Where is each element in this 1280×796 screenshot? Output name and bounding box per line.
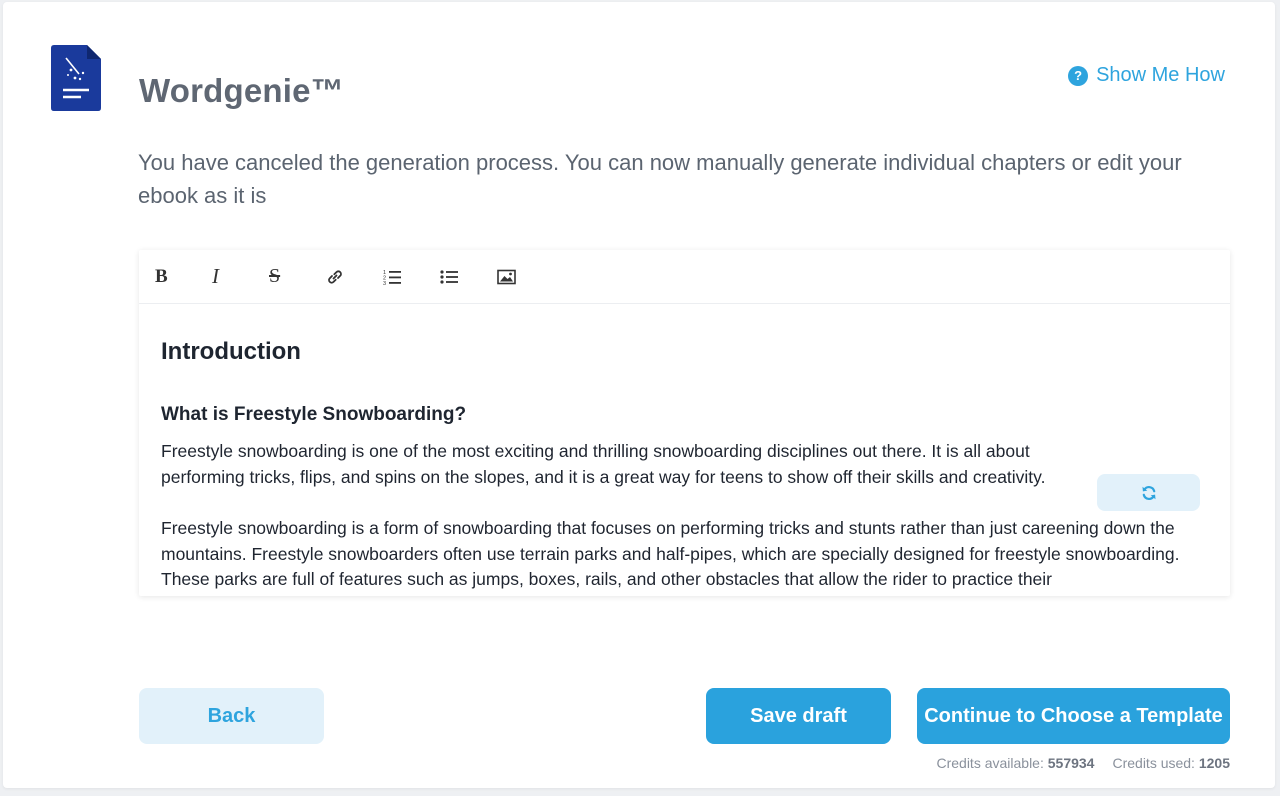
show-me-how-link[interactable]: ? Show Me How (1068, 64, 1225, 87)
credits-used-label: Credits used: (1112, 755, 1195, 771)
strikethrough-icon: S (269, 265, 281, 287)
bullet-list-icon (440, 269, 458, 284)
bold-button[interactable]: B (155, 262, 212, 292)
link-button[interactable] (326, 262, 383, 292)
status-message: You have canceled the generation process… (138, 150, 1182, 208)
content-subheading: What is Freestyle Snowboarding? (161, 404, 467, 425)
image-button[interactable] (497, 262, 554, 292)
help-icon: ? (1068, 65, 1089, 86)
ordered-list-icon: 1 2 3 (383, 270, 401, 286)
editor-toolbar: B I S 1 2 3 (139, 250, 1230, 304)
svg-text:3: 3 (383, 281, 386, 286)
credits-used-value: 1205 (1198, 755, 1230, 771)
credits-available: Credits available: 557934 (936, 755, 1094, 771)
content-paragraph: Freestyle snowboarding is a form of snow… (161, 518, 1180, 589)
rich-text-editor: B I S 1 2 3 Introduction What is Freesty… (139, 250, 1230, 596)
link-icon (328, 269, 342, 284)
app-title: Wordgenie™ (139, 72, 344, 109)
content-heading: Introduction (161, 338, 301, 365)
image-icon (497, 269, 516, 284)
ordered-list-button[interactable]: 1 2 3 (383, 262, 440, 292)
regenerate-button[interactable] (1097, 474, 1200, 511)
editor-content[interactable]: Introduction What is Freestyle Snowboard… (139, 338, 1230, 593)
content-paragraph: Freestyle snowboarding is one of the mos… (161, 441, 1046, 487)
italic-icon: I (212, 264, 219, 288)
italic-button[interactable]: I (212, 262, 269, 292)
refresh-icon (1142, 485, 1155, 500)
back-button[interactable]: Back (139, 688, 324, 744)
strikethrough-button[interactable]: S (269, 262, 326, 292)
bold-icon: B (155, 265, 168, 287)
save-draft-button[interactable]: Save draft (706, 688, 891, 744)
wordgenie-logo-icon (49, 44, 101, 112)
bullet-list-button[interactable] (440, 262, 497, 292)
credits-available-value: 557934 (1047, 755, 1095, 771)
show-me-how-label: Show Me How (1096, 64, 1225, 86)
continue-to-template-button[interactable]: Continue to Choose a Template (917, 688, 1230, 744)
credits-used: Credits used: 1205 (1112, 755, 1230, 771)
credits-available-label: Credits available: (936, 755, 1044, 771)
credits-info: Credits available: 557934 Credits used: … (936, 755, 1230, 771)
